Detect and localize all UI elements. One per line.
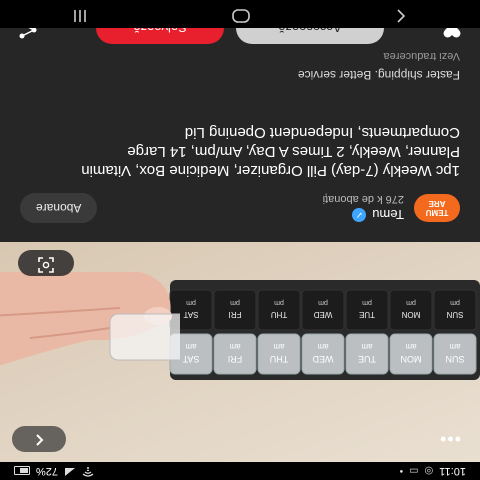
channel-info: Temu ✓ 276 k de abonați: [323, 194, 404, 223]
back-icon[interactable]: [394, 5, 408, 24]
avatar-text-1: TEMU: [425, 208, 449, 217]
subscriber-count: 276 k de abonați: [322, 193, 404, 206]
compartment-lid: FRI am: [213, 333, 257, 375]
compartment-pm-label: pm: [230, 299, 240, 306]
photo-top-row: •••: [0, 422, 480, 456]
status-bar: 10:11 ◎ ▭ • 72%: [0, 462, 480, 480]
recents-icon[interactable]: [72, 5, 88, 24]
compartment-pm-label: pm: [274, 299, 284, 306]
battery-icon: [14, 466, 30, 476]
messages-icon: ▭: [409, 465, 419, 477]
compartment-base: TUE pm: [345, 289, 389, 331]
status-time: 10:11: [439, 465, 466, 477]
status-right: 72%: [14, 465, 94, 478]
whatsapp-icon: ◎: [424, 465, 434, 477]
compartment-lid: SUN am: [433, 333, 477, 375]
verified-icon: ✓: [352, 208, 367, 222]
channel-name-row: Temu ✓: [352, 208, 404, 223]
compartment-pm-label: pm: [318, 299, 328, 306]
compartment-base: MON pm: [389, 289, 433, 331]
compartment-pm-label: pm: [450, 299, 460, 306]
compartment-day-label: THU: [270, 354, 289, 364]
pin-title: 1pc Weekly (7-day) Pill Organizer, Medic…: [81, 124, 460, 179]
translate-link[interactable]: Vezi traducerea: [384, 50, 460, 62]
lens-scan-icon: [38, 253, 54, 274]
alarm-icon: •: [399, 465, 404, 477]
compartment-lid: MON am: [389, 333, 433, 375]
compartment-day-label: THU: [271, 310, 288, 319]
channel-avatar[interactable]: TEMU ARE: [414, 194, 460, 222]
pin-info-panel: TEMU ARE Temu ✓ 276 k de abonați Abonare…: [0, 0, 480, 242]
more-icon[interactable]: •••: [432, 426, 468, 452]
compartment-pm-label: pm: [362, 299, 372, 306]
compartment-am-label: am: [361, 342, 372, 351]
home-icon[interactable]: [232, 5, 250, 24]
compartment-am-label: am: [405, 342, 416, 351]
compartment-day-label: MON: [401, 310, 420, 319]
compartment-lid: TUE am: [345, 333, 389, 375]
compartment-base: THU pm: [257, 289, 301, 331]
pin-description: Faster shipping. Better service: [297, 68, 460, 82]
compartment-pm-label: pm: [406, 299, 416, 306]
compartment-am-label: am: [273, 342, 284, 351]
compartment-pm-label: pm: [186, 299, 196, 306]
compartment-lid: THU am: [257, 333, 301, 375]
compartment-day-label: MON: [401, 354, 422, 364]
navigation-bar: [0, 0, 480, 28]
channel-name[interactable]: Temu: [372, 208, 404, 223]
compartment-base: SUN pm: [433, 289, 477, 331]
hand-image: [0, 272, 180, 372]
pill-organizer-image: SUN am MON am TUE am WED am THU am FRI am SAT am SUN p…: [169, 280, 480, 380]
status-left: 10:11 ◎ ▭ •: [400, 465, 466, 477]
lens-scan-button[interactable]: [18, 250, 74, 276]
battery-percent: 72%: [36, 465, 59, 477]
avatar-text-2: ARE: [428, 199, 446, 208]
compartment-lid: WED am: [301, 333, 345, 375]
channel-left: TEMU ARE Temu ✓ 276 k de abonați: [323, 194, 460, 223]
compartment-day-label: SUN: [445, 354, 464, 364]
compartment-day-label: WED: [313, 310, 332, 319]
wifi-icon: [82, 465, 94, 478]
screen: 10:11 ◎ ▭ • 72% SUN am MON am TUE am WED am THU a…: [0, 0, 480, 480]
product-image[interactable]: SUN am MON am TUE am WED am THU am FRI am SAT am SUN p…: [0, 242, 480, 462]
compartment-am-label: am: [229, 342, 240, 351]
chevron-left-icon: [33, 431, 45, 447]
compartment-day-label: FRI: [229, 310, 242, 319]
subscribe-button[interactable]: Abonare: [20, 193, 98, 223]
compartment-day-label: TUE: [358, 354, 376, 364]
compartment-day-label: FRI: [228, 354, 243, 364]
compartment-base: WED pm: [301, 289, 345, 331]
back-button[interactable]: [12, 426, 66, 452]
compartment-am-label: am: [449, 342, 460, 351]
compartment-am-label: am: [317, 342, 328, 351]
signal-icon: [64, 465, 76, 478]
compartment-am-label: am: [185, 342, 196, 351]
compartment-day-label: TUE: [359, 310, 375, 319]
compartment-day-label: SAT: [183, 310, 198, 319]
compartment-day-label: WED: [312, 354, 333, 364]
channel-row: TEMU ARE Temu ✓ 276 k de abonați Abonare: [0, 188, 480, 228]
compartment-day-label: SAT: [182, 354, 199, 364]
compartment-base: FRI pm: [213, 289, 257, 331]
compartment-day-label: SUN: [446, 310, 463, 319]
